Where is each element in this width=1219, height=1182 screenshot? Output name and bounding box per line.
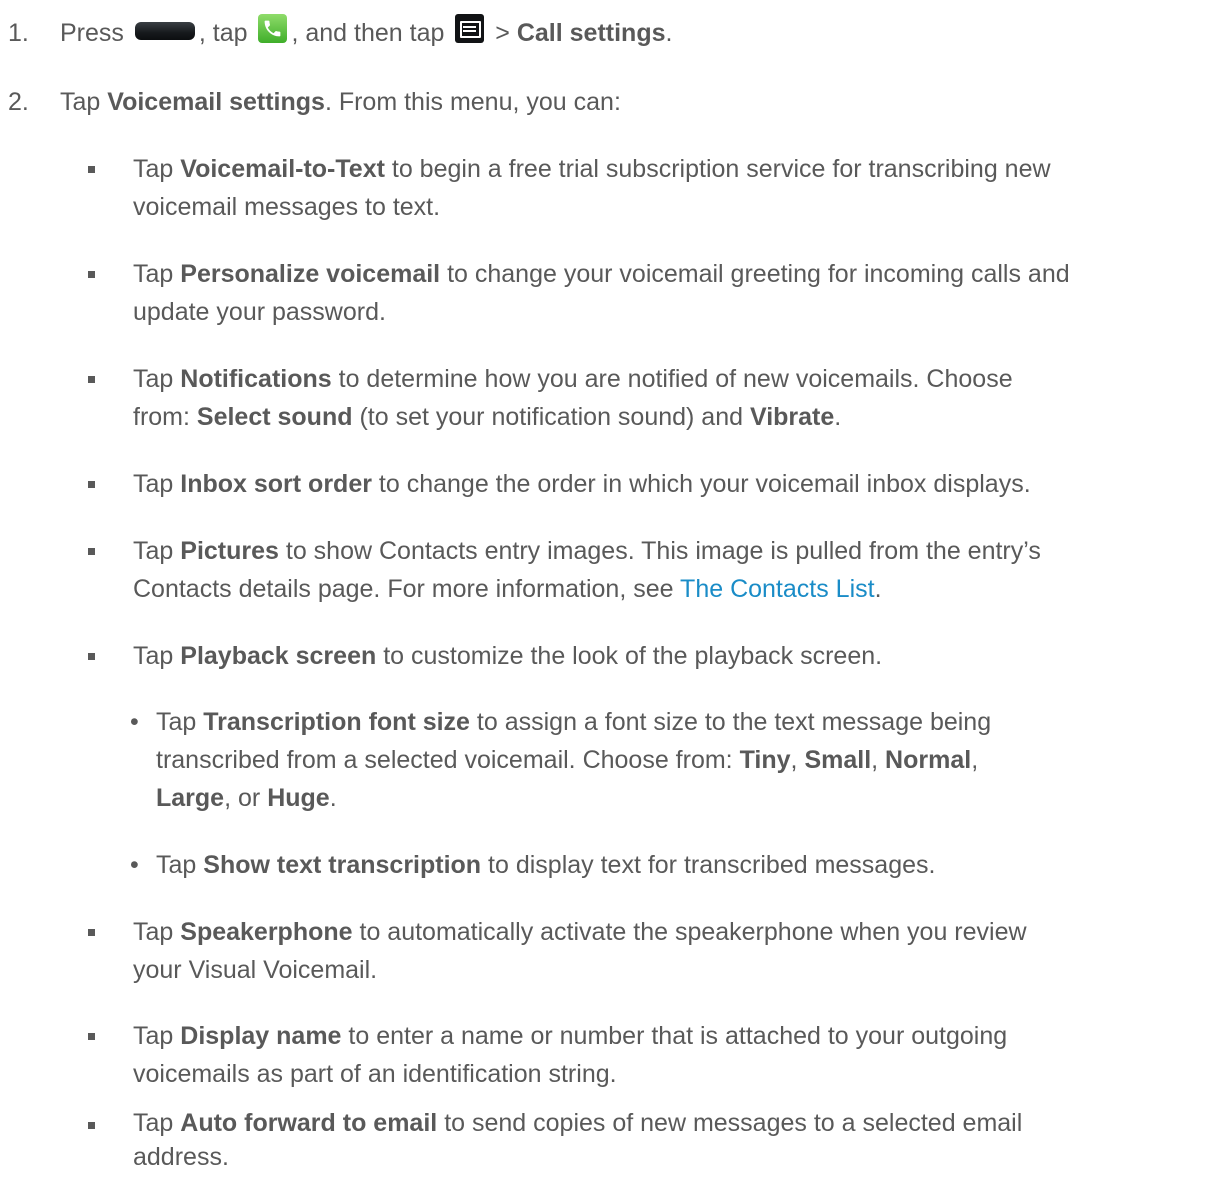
bullet-square-icon bbox=[88, 271, 95, 278]
step-number: 2. bbox=[8, 88, 29, 116]
step-number: 1. bbox=[8, 19, 29, 47]
call-settings-label: Call settings bbox=[516, 19, 666, 47]
bullet-square-icon bbox=[88, 548, 95, 555]
home-key-icon bbox=[134, 22, 195, 41]
document-page: 1. Press , tap , and then tap > Call sett… bbox=[0, 0, 1219, 1182]
step-2: 2. Tap Voicemail settings. From this menu… bbox=[8, 83, 621, 121]
menu-key-icon bbox=[455, 13, 485, 43]
bullet-square-icon bbox=[88, 653, 95, 660]
step-1: 1. Press , tap , and then tap > Call sett… bbox=[8, 13, 672, 52]
bullet-square-icon bbox=[88, 929, 95, 936]
contacts-list-link[interactable]: The Contacts List bbox=[680, 575, 875, 603]
bullet-square-icon bbox=[88, 1122, 95, 1129]
phone-app-icon bbox=[258, 13, 288, 43]
bullet-dot-icon: • bbox=[130, 708, 139, 736]
voicemail-settings-label: Voicemail settings bbox=[107, 88, 325, 116]
bullet-square-icon bbox=[88, 481, 95, 488]
bullet-square-icon bbox=[88, 376, 95, 383]
bullet-square-icon bbox=[88, 166, 95, 173]
bullet-square-icon bbox=[88, 1033, 95, 1040]
bullet-dot-icon: • bbox=[130, 851, 139, 879]
